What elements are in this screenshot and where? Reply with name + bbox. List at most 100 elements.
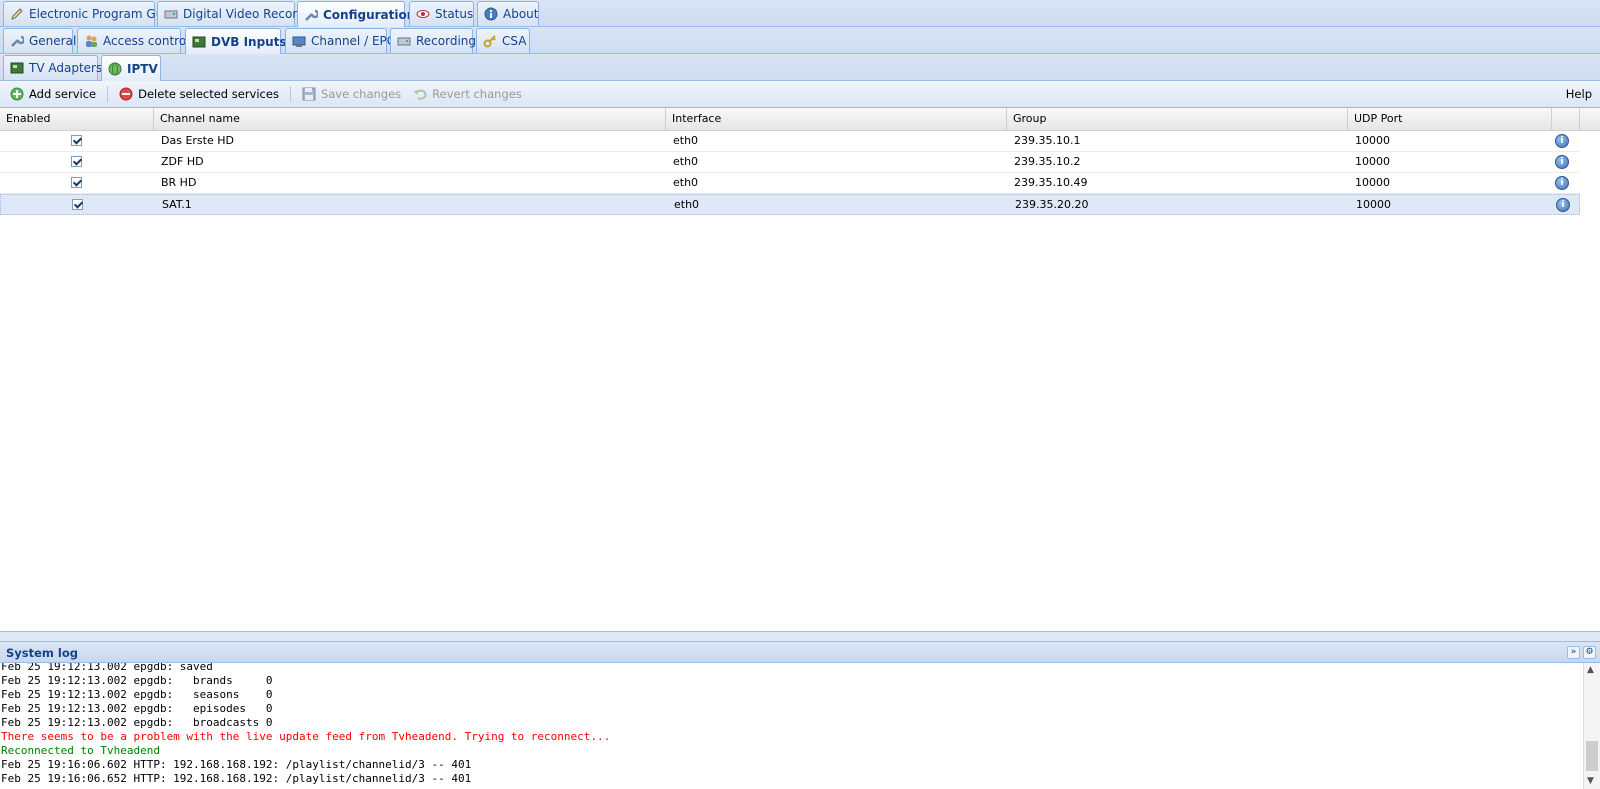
- column-header-udp-port[interactable]: UDP Port: [1348, 108, 1552, 130]
- column-header-interface[interactable]: Interface: [666, 108, 1007, 130]
- collapse-icon[interactable]: »: [1567, 646, 1580, 659]
- enabled-checkbox[interactable]: [71, 135, 82, 146]
- enabled-checkbox[interactable]: [72, 199, 83, 210]
- system-log-header: System log » ⚙: [0, 641, 1600, 663]
- tab-dvr[interactable]: Digital Video Recorder: [157, 1, 317, 26]
- card-icon: [192, 35, 206, 49]
- channel-name-cell: BR HD: [161, 176, 197, 189]
- group-cell: 239.35.10.1: [1014, 134, 1081, 147]
- tab-label: CSA: [502, 34, 527, 48]
- info-icon[interactable]: i: [1556, 198, 1570, 212]
- users-icon: [84, 34, 98, 48]
- log-line: Feb 25 19:16:06.652 HTTP: 192.168.168.19…: [1, 772, 472, 785]
- udp-port-cell: 10000: [1356, 198, 1391, 211]
- scroll-up-icon[interactable]: ▲: [1587, 665, 1594, 675]
- wrench-icon: [304, 8, 320, 22]
- tab-status[interactable]: Status: [409, 1, 474, 26]
- tab-recording[interactable]: Recording: [390, 28, 477, 53]
- grid-toolbar: Add service Delete selected services Sav…: [0, 81, 1600, 108]
- log-scrollbar[interactable]: ▲ ▼: [1583, 663, 1600, 789]
- add-icon: [10, 87, 24, 101]
- interface-cell: eth0: [673, 176, 699, 189]
- column-header-actions: [1552, 108, 1580, 130]
- system-log-title: System log: [6, 646, 78, 660]
- tab-tv-adapters[interactable]: TV Adapters: [3, 55, 102, 80]
- udp-port-cell: 10000: [1355, 176, 1390, 189]
- table-row[interactable]: Das Erste HD eth0 239.35.10.1 10000 i: [0, 131, 1580, 152]
- eye-icon: [416, 7, 430, 21]
- tab-label: Configuration: [323, 8, 416, 22]
- tab-epg[interactable]: Electronic Program Guide: [3, 1, 182, 26]
- wrench-icon: [10, 34, 26, 48]
- add-service-button[interactable]: Add service: [6, 83, 100, 105]
- system-log-output: Feb 25 19:12:13.002 epgdb: saved Feb 25 …: [0, 663, 1583, 789]
- tv-icon: [292, 34, 306, 48]
- help-button[interactable]: Help: [1566, 87, 1592, 101]
- tab-label: Access control: [103, 34, 190, 48]
- save-changes-button[interactable]: Save changes: [298, 83, 405, 105]
- channel-name-cell: SAT.1: [162, 198, 192, 211]
- delete-services-label: Delete selected services: [138, 87, 279, 101]
- scrollbar-thumb[interactable]: [1586, 741, 1598, 771]
- tab-about[interactable]: About: [477, 1, 539, 26]
- config-tabbar: General Access control DVB Inputs Channe…: [0, 27, 1600, 55]
- pencil-icon: [10, 7, 24, 21]
- table-row[interactable]: BR HD eth0 239.35.10.49 10000 i: [0, 173, 1580, 194]
- log-line: Feb 25 19:12:13.002 epgdb: episodes 0: [1, 702, 273, 715]
- udp-port-cell: 10000: [1355, 155, 1390, 168]
- globe-icon: [108, 62, 122, 76]
- tab-dvb-inputs[interactable]: DVB Inputs: [185, 28, 287, 55]
- add-service-label: Add service: [29, 87, 97, 101]
- group-cell: 239.35.20.20: [1015, 198, 1089, 211]
- enabled-checkbox[interactable]: [71, 156, 82, 167]
- dvb-tabbar: TV Adapters IPTV: [0, 54, 1600, 82]
- gear-icon[interactable]: ⚙: [1583, 646, 1596, 659]
- info-icon[interactable]: i: [1555, 176, 1569, 190]
- revert-changes-button[interactable]: Revert changes: [409, 83, 526, 105]
- info-icon[interactable]: i: [1555, 155, 1569, 169]
- tab-label: DVB Inputs: [211, 35, 287, 49]
- tab-configuration[interactable]: Configuration: [297, 1, 415, 28]
- log-line-success: Reconnected to Tvheadend: [1, 744, 160, 757]
- scroll-down-icon[interactable]: ▼: [1587, 776, 1594, 786]
- log-line: Feb 25 19:12:13.002 epgdb: brands 0: [1, 674, 273, 687]
- save-changes-label: Save changes: [320, 87, 402, 101]
- column-header-channel-name[interactable]: Channel name: [154, 108, 666, 130]
- tab-iptv[interactable]: IPTV: [101, 55, 161, 82]
- info-icon[interactable]: i: [1555, 134, 1569, 148]
- log-line: Feb 25 19:12:13.002 epgdb: saved: [1, 663, 213, 673]
- udp-port-cell: 10000: [1355, 134, 1390, 147]
- column-header-enabled[interactable]: Enabled: [0, 108, 154, 130]
- column-header-group[interactable]: Group: [1007, 108, 1348, 130]
- interface-cell: eth0: [674, 198, 700, 211]
- log-line: Feb 25 19:12:13.002 epgdb: broadcasts 0: [1, 716, 273, 729]
- log-line: Feb 25 19:12:13.002 epgdb: seasons 0: [1, 688, 273, 701]
- tab-access-control[interactable]: Access control: [77, 28, 190, 53]
- channel-name-cell: Das Erste HD: [161, 134, 234, 147]
- tab-label: Channel / EPG: [311, 34, 397, 48]
- tab-label: About: [503, 7, 539, 21]
- tab-label: IPTV: [127, 62, 158, 76]
- tab-csa[interactable]: CSA: [476, 28, 530, 53]
- tab-label: Recording: [416, 34, 477, 48]
- enabled-checkbox[interactable]: [71, 177, 82, 188]
- revert-changes-label: Revert changes: [432, 87, 522, 101]
- disk-icon: [164, 7, 178, 21]
- delete-services-button[interactable]: Delete selected services: [115, 83, 283, 105]
- tab-label: Status: [435, 7, 474, 21]
- table-row-selected[interactable]: SAT.1 eth0 239.35.20.20 10000 i: [0, 194, 1580, 215]
- table-row[interactable]: ZDF HD eth0 239.35.10.2 10000 i: [0, 152, 1580, 173]
- save-icon: [302, 87, 316, 101]
- toolbar-separator: [107, 86, 109, 102]
- tab-general[interactable]: General: [3, 28, 76, 53]
- info-icon: [484, 7, 498, 21]
- main-tabbar: Electronic Program Guide Digital Video R…: [0, 0, 1600, 28]
- group-cell: 239.35.10.49: [1014, 176, 1088, 189]
- delete-icon: [119, 87, 133, 101]
- channel-name-cell: ZDF HD: [161, 155, 204, 168]
- log-line-error: There seems to be a problem with the liv…: [1, 730, 611, 743]
- tab-label: TV Adapters: [29, 61, 103, 75]
- group-cell: 239.35.10.2: [1014, 155, 1081, 168]
- log-line: Feb 25 19:16:06.602 HTTP: 192.168.168.19…: [1, 758, 472, 771]
- tab-channel-epg[interactable]: Channel / EPG: [285, 28, 396, 53]
